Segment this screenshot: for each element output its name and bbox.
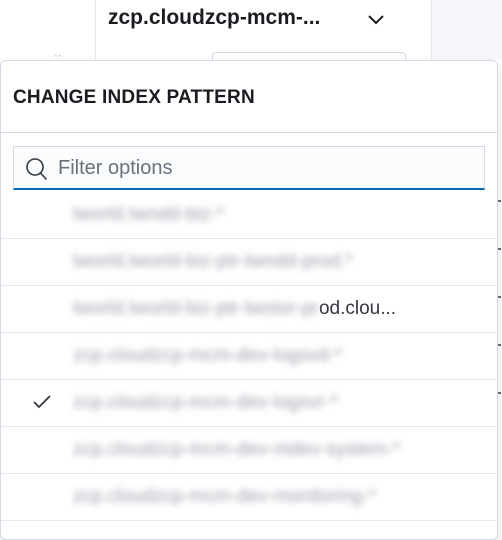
option-label: zcp.cloudzcp-mcm-dev-logsvr-* <box>73 392 339 413</box>
option-label-visible-part: od.clou... <box>318 298 397 319</box>
option-label: tworld.tworld-biz-ptr-twstor-prod.clou..… <box>73 298 396 320</box>
background-right-panel <box>432 0 502 60</box>
search-icon <box>24 157 48 181</box>
index-pattern-selector[interactable]: zcp.cloudzcp-mcm-... <box>95 0 432 60</box>
index-pattern-list: tworld.twndd-biz-* tworld.tworld-biz-ptr… <box>1 192 497 521</box>
check-icon <box>32 394 52 410</box>
popover-title: CHANGE INDEX PATTERN <box>13 87 255 108</box>
popover-header: CHANGE INDEX PATTERN <box>1 61 497 133</box>
filter-options-input[interactable] <box>58 147 478 189</box>
selector-field-outline <box>212 52 406 60</box>
filter-options-field[interactable] <box>13 146 485 190</box>
background-ellipsis: ·· <box>54 48 62 62</box>
background-left-panel: ·· <box>0 0 95 62</box>
selected-index-pattern[interactable]: zcp.cloudzcp-mcm-... <box>108 6 320 30</box>
option-label: zcp.cloudzcp-mcm-dev-monitoring-* <box>73 486 377 507</box>
list-item[interactable]: zcp.cloudzcp-mcm-dev-logsvd-* <box>1 333 497 380</box>
list-item[interactable]: tworld.tworld-biz-ptr-twndd-prod.* <box>1 239 497 286</box>
option-label-hidden-part: tworld.tworld-biz-ptr-twstor-pr <box>73 298 319 319</box>
change-index-pattern-popover: CHANGE INDEX PATTERN tworld.twndd-biz-* … <box>0 60 498 540</box>
option-label: zcp.cloudzcp-mcm-dev-mdev-system-* <box>73 439 401 460</box>
list-item-selected[interactable]: zcp.cloudzcp-mcm-dev-logsvr-* <box>1 380 497 427</box>
option-label: tworld.twndd-biz-* <box>73 204 224 225</box>
option-label: tworld.tworld-biz-ptr-twndd-prod.* <box>73 251 353 272</box>
list-item[interactable]: zcp.cloudzcp-mcm-dev-mdev-system-* <box>1 427 497 474</box>
list-item[interactable]: zcp.cloudzcp-mcm-dev-monitoring-* <box>1 474 497 521</box>
list-item[interactable]: tworld.twndd-biz-* <box>1 192 497 239</box>
chevron-down-icon[interactable] <box>366 12 386 28</box>
list-item[interactable]: tworld.tworld-biz-ptr-twstor-prod.clou..… <box>1 286 497 333</box>
option-label: zcp.cloudzcp-mcm-dev-logsvd-* <box>73 345 343 366</box>
